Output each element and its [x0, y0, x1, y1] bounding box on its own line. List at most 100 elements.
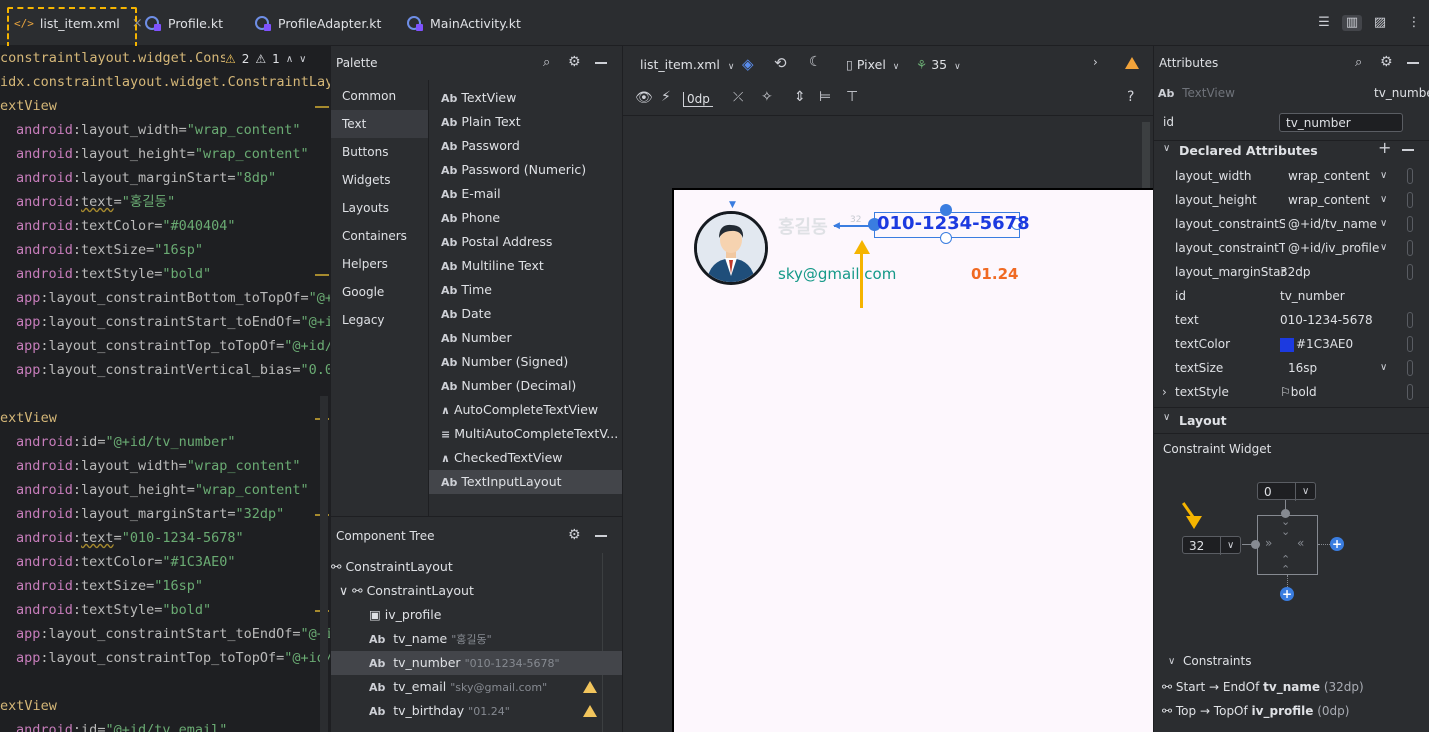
palette-category-google[interactable]: Google	[331, 278, 428, 306]
constraint-row[interactable]: ⚯ Top → TopOf iv_profile (0dp)	[1162, 699, 1429, 723]
remove-attribute-icon[interactable]	[1402, 149, 1414, 151]
start-margin-dropdown[interactable]: 32 ∨	[1182, 536, 1241, 555]
search-icon[interactable]: ⌕	[543, 55, 550, 70]
tree-node-tv-email[interactable]: Ab tv_email "sky@gmail.com"	[369, 675, 547, 699]
design-view-icon[interactable]: ▨	[1371, 15, 1389, 31]
height-wrap-icon[interactable]: ⌄ ⌄	[1281, 516, 1290, 537]
clear-constraints-icon[interactable]: ⤫	[733, 90, 743, 105]
chevron-down-icon[interactable]: ∨	[1163, 143, 1170, 154]
attribute-value[interactable]: tv_number	[1280, 284, 1390, 308]
preview-name[interactable]: 홍길동	[778, 213, 828, 239]
chevron-down-icon[interactable]: ∨	[299, 54, 306, 65]
chevron-down-icon[interactable]: ∨	[339, 583, 352, 598]
palette-item[interactable]: Ab Password (Numeric)	[429, 158, 622, 182]
attribute-value[interactable]: 32dp	[1280, 260, 1390, 284]
tab-profile-kt[interactable]: Profile.kt	[145, 8, 223, 38]
palette-category-common[interactable]: Common	[331, 82, 428, 110]
attribute-picker[interactable]	[1407, 264, 1413, 280]
code-editor[interactable]: constraintlayout.widget.Cons idx.constrai…	[0, 46, 330, 732]
tree-node-tv-number[interactable]: Ab tv_number "010-1234-5678"	[369, 651, 560, 675]
id-field[interactable]: tv_number	[1279, 113, 1403, 132]
gear-icon[interactable]: ⚙	[568, 54, 581, 70]
chevron-down-icon[interactable]: ∨	[1380, 356, 1387, 380]
minimize-icon[interactable]	[595, 535, 607, 537]
chevron-down-icon[interactable]: ∨	[1380, 212, 1387, 236]
preview-email[interactable]: sky@gmail.com	[778, 265, 896, 283]
attribute-picker[interactable]	[1407, 384, 1413, 400]
chevron-right-icon[interactable]: ›	[1162, 380, 1167, 404]
chevron-down-icon[interactable]: ∨	[1168, 656, 1175, 667]
width-wrap-icon[interactable]: »	[1265, 536, 1272, 550]
attribute-value[interactable]: ⚐bold	[1280, 380, 1390, 404]
palette-item[interactable]: Ab Postal Address	[429, 230, 622, 254]
chevron-down-icon[interactable]: ∨	[1380, 164, 1387, 188]
height-wrap-icon-bottom[interactable]: ⌃ ⌃	[1281, 554, 1290, 575]
attribute-picker[interactable]	[1407, 168, 1413, 184]
attribute-picker[interactable]	[1407, 192, 1413, 208]
palette-category-widgets[interactable]: Widgets	[331, 166, 428, 194]
attribute-picker[interactable]	[1407, 240, 1413, 256]
orientation-icon[interactable]: ⟲	[774, 54, 787, 72]
inspection-widget[interactable]: ⚠ 2 ⚠ 1 ∧ ∨	[225, 48, 307, 70]
help-icon[interactable]: ?	[1127, 89, 1134, 105]
palette-category-legacy[interactable]: Legacy	[331, 306, 428, 334]
warning-icon[interactable]	[583, 705, 597, 717]
attribute-picker[interactable]	[1407, 336, 1413, 352]
tree-node-constraintlayout[interactable]: ⚯ ConstraintLayout	[331, 555, 453, 579]
guidelines-icon[interactable]: ⊤	[846, 89, 858, 105]
warning-icon[interactable]	[583, 681, 597, 693]
warning-icon[interactable]	[1125, 57, 1139, 69]
profile-avatar[interactable]	[694, 211, 768, 285]
align-icon[interactable]: ⊨	[819, 89, 831, 105]
chevron-right-icon[interactable]: ›	[1093, 55, 1098, 69]
chevron-down-icon[interactable]: ∨	[1380, 236, 1387, 260]
add-bottom-constraint-icon[interactable]: +	[1280, 587, 1294, 601]
palette-item[interactable]: Ab E-mail	[429, 182, 622, 206]
infer-constraints-icon[interactable]: ✧	[761, 89, 773, 105]
palette-item[interactable]: Ab Number	[429, 326, 622, 350]
attribute-value[interactable]: #1C3AE0	[1280, 332, 1390, 356]
tab-main-activity-kt[interactable]: MainActivity.kt	[407, 8, 521, 38]
color-swatch[interactable]	[1280, 337, 1294, 352]
layout-header[interactable]: Layout	[1179, 409, 1227, 433]
code-view-icon[interactable]: ☰	[1315, 15, 1333, 31]
eye-icon[interactable]: 👁	[635, 90, 653, 106]
device-selector[interactable]: ▯ Pixel ∨	[846, 57, 899, 72]
palette-item[interactable]: Ab TextInputLayout	[429, 470, 622, 494]
gear-icon[interactable]: ⚙	[1380, 54, 1393, 70]
minimize-icon[interactable]	[595, 62, 607, 64]
split-view-icon[interactable]: ▥	[1342, 15, 1362, 31]
autoconnect-off-icon[interactable]: ⚡	[661, 89, 671, 105]
layers-icon[interactable]: ◈	[742, 55, 754, 73]
night-mode-icon[interactable]: ☾	[809, 54, 822, 70]
file-selector[interactable]: list_item.xml ∨	[640, 57, 734, 72]
palette-item[interactable]: ≡ MultiAutoCompleteTextV...	[429, 422, 622, 446]
palette-item[interactable]: Ab Plain Text	[429, 110, 622, 134]
palette-item[interactable]: Ab TextView	[429, 86, 622, 110]
palette-item[interactable]: Ab Multiline Text	[429, 254, 622, 278]
device-preview[interactable]: ▼ 홍길동 32 ◀ 010-1234-5678 sky@gmail.com 0…	[672, 188, 1154, 732]
minimize-icon[interactable]	[1407, 62, 1419, 64]
palette-item[interactable]: Ab Phone	[429, 206, 622, 230]
tree-node-constraintlayout[interactable]: ∨ ⚯ ConstraintLayout	[339, 579, 474, 603]
width-wrap-icon-end[interactable]: «	[1297, 536, 1304, 550]
constraints-header[interactable]: Constraints	[1183, 654, 1251, 668]
palette-item[interactable]: Ab Number (Decimal)	[429, 374, 622, 398]
preview-number[interactable]: 010-1234-5678	[877, 213, 1030, 234]
chevron-down-icon[interactable]: ∨	[1163, 412, 1170, 423]
palette-category-text[interactable]: Text	[331, 110, 428, 138]
gear-icon[interactable]: ⚙	[568, 527, 581, 543]
preview-birthday[interactable]: 01.24	[971, 265, 1018, 283]
palette-item[interactable]: Ab Number (Signed)	[429, 350, 622, 374]
palette-item[interactable]: Ab Date	[429, 302, 622, 326]
declared-attributes-header[interactable]: Declared Attributes	[1179, 139, 1318, 163]
constraint-row[interactable]: ⚯ Start → EndOf tv_name (32dp)	[1162, 675, 1429, 699]
palette-category-buttons[interactable]: Buttons	[331, 138, 428, 166]
chevron-up-icon[interactable]: ∧	[286, 54, 293, 65]
chevron-down-icon[interactable]: ∨	[1380, 188, 1387, 212]
tree-node-tv-name[interactable]: Ab tv_name "홍길동"	[369, 627, 492, 651]
palette-item[interactable]: ∧ CheckedTextView	[429, 446, 622, 470]
palette-category-layouts[interactable]: Layouts	[331, 194, 428, 222]
more-options-icon[interactable]: ⋮	[1405, 15, 1423, 31]
palette-category-containers[interactable]: Containers	[331, 222, 428, 250]
